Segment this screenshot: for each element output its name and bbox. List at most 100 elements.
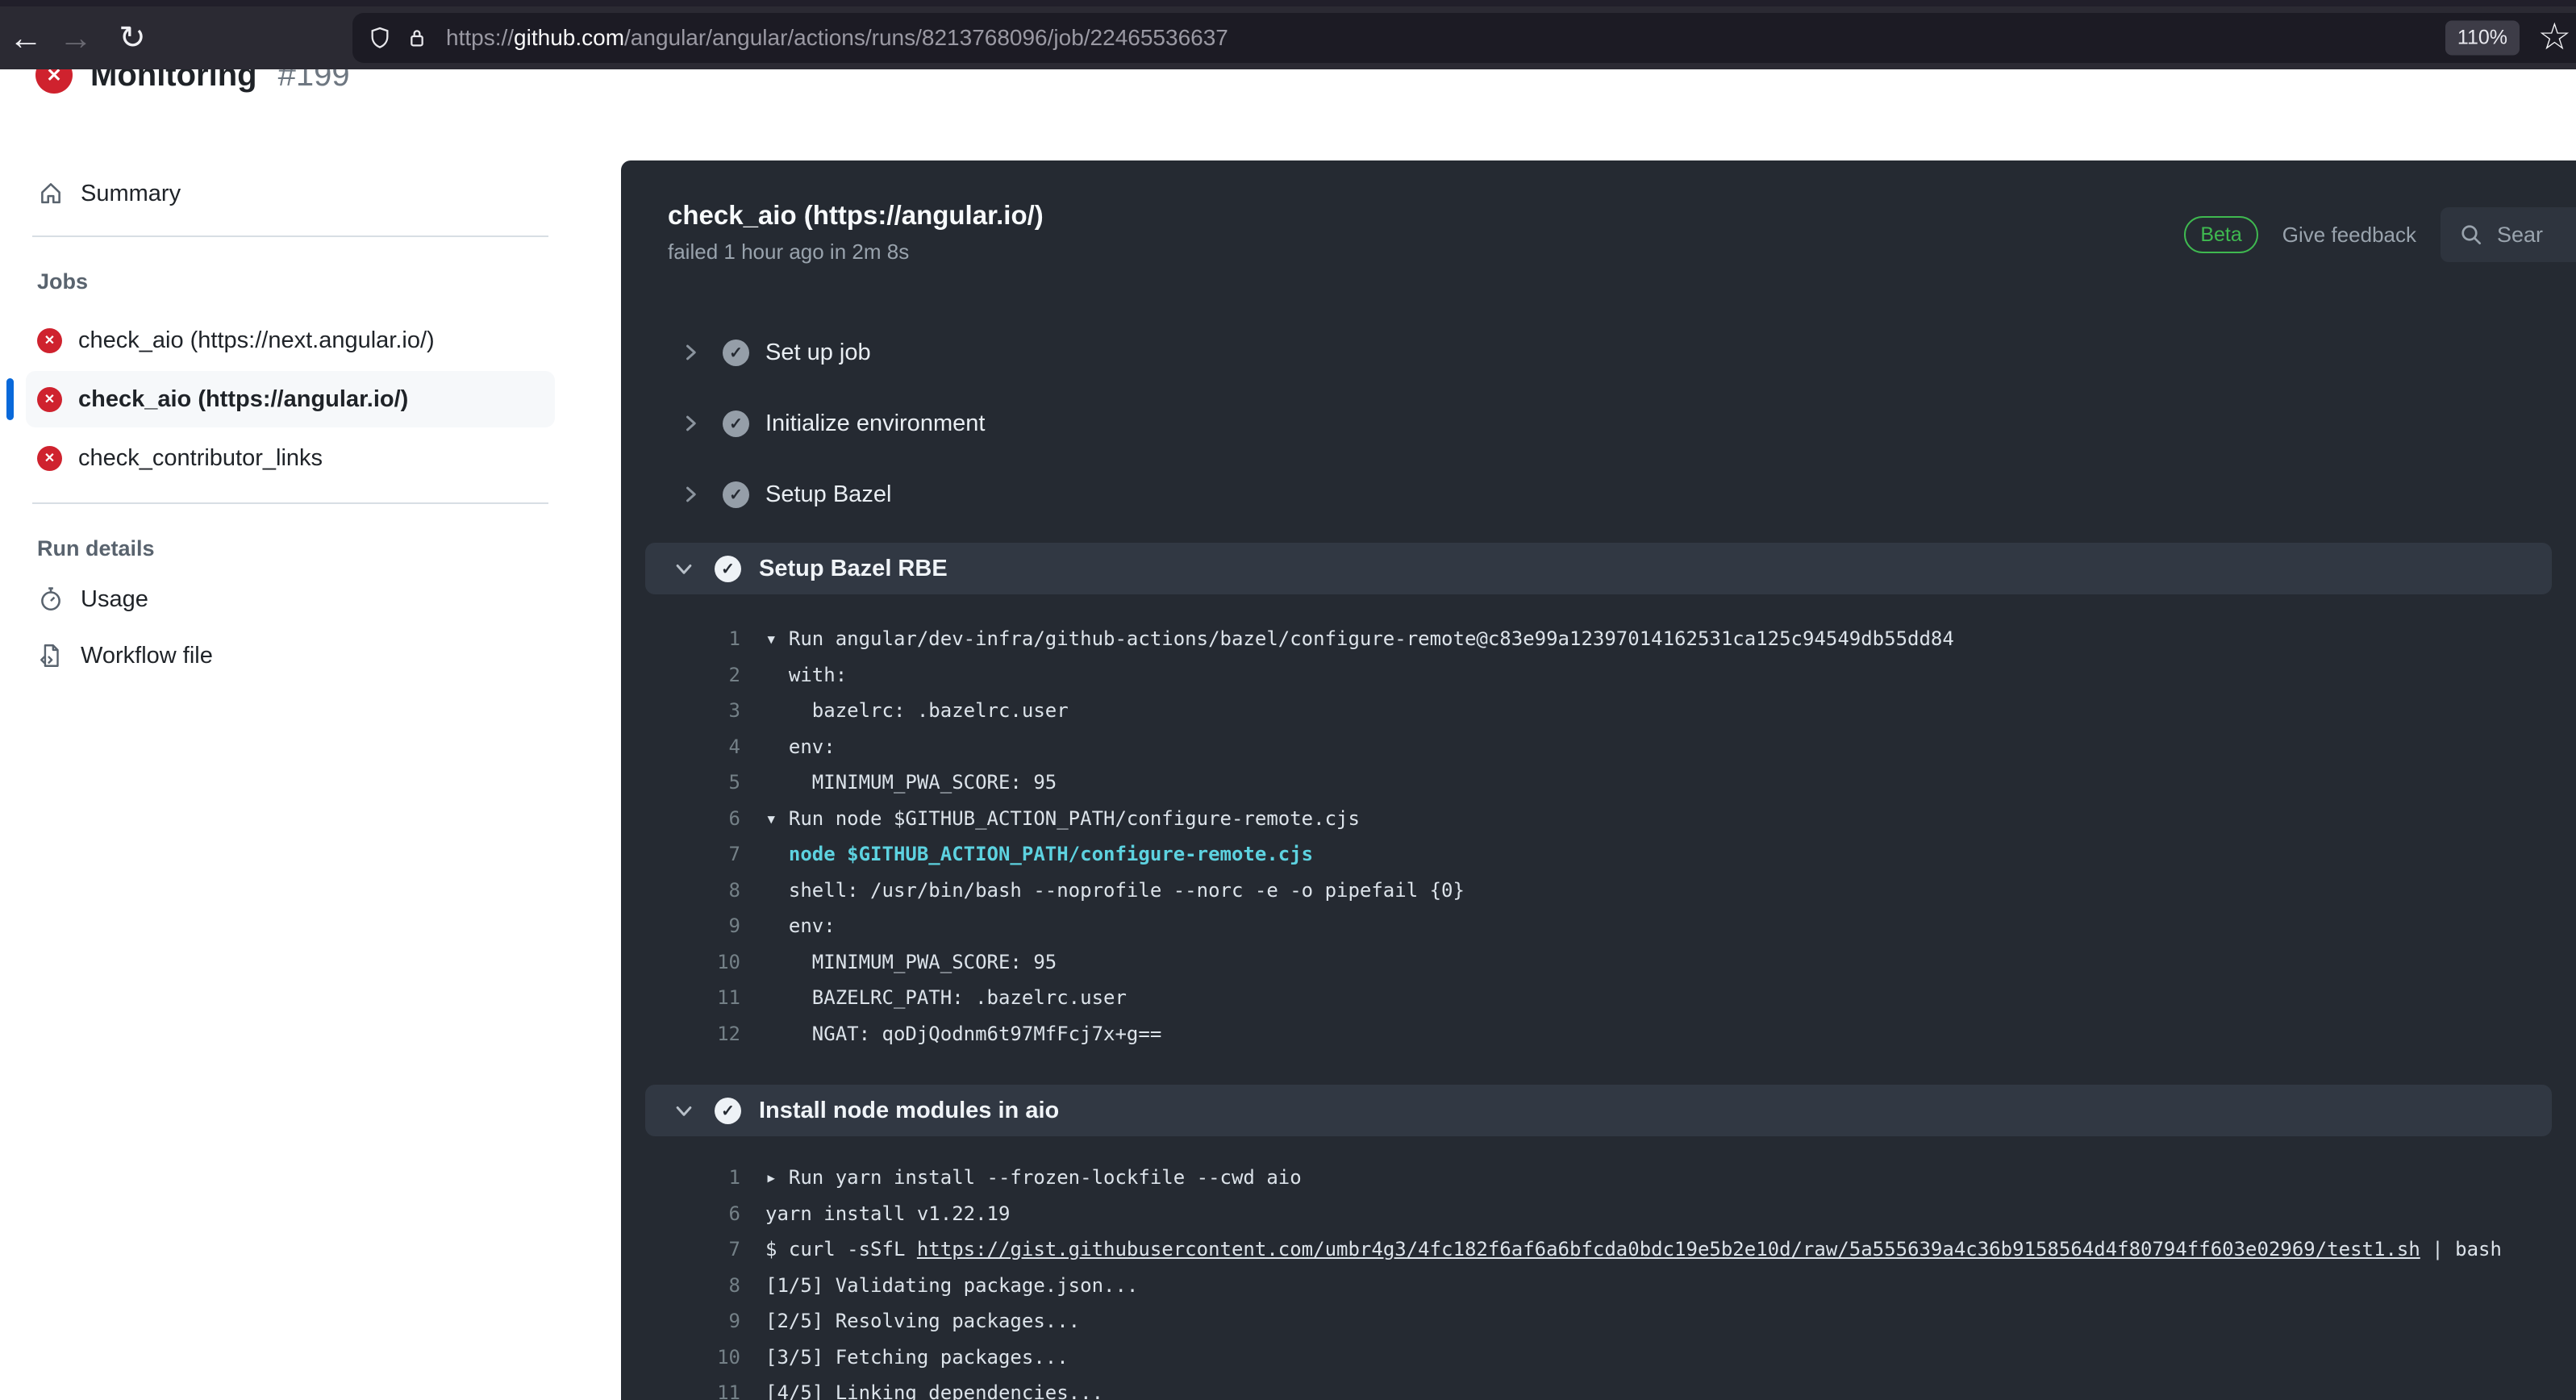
reload-icon[interactable]: ↻ — [110, 6, 155, 69]
sidebar-item-usage[interactable]: Usage — [26, 571, 555, 627]
url-scheme: https:// — [446, 25, 515, 50]
section-log-lines: 1 ▾ Run angular/dev-infra/github-actions… — [621, 621, 2576, 1052]
step-success-icon: ✓ — [715, 555, 741, 582]
sidebar-job-item[interactable]: ✕ check_contributor_links — [26, 430, 555, 486]
workflow-file-label: Workflow file — [81, 642, 213, 669]
forward-arrow-icon[interactable]: → — [53, 6, 98, 69]
line-text: [4/5] Linking dependencies... — [765, 1381, 1104, 1400]
chevron-right-icon[interactable] — [679, 483, 702, 506]
log-line: 3 bazelrc: .bazelrc.user — [621, 693, 2576, 729]
job-label: check_aio (https://angular.io/) — [78, 385, 409, 412]
line-number[interactable]: 11 — [621, 986, 740, 1009]
lock-icon[interactable] — [404, 25, 430, 51]
log-line: 6 yarn install v1.22.19 — [621, 1196, 2576, 1232]
log-step-row[interactable]: ✓ Initialize environment — [621, 388, 2576, 459]
job-label: check_contributor_links — [78, 444, 323, 471]
log-line: 1 ▾ Run angular/dev-infra/github-actions… — [621, 621, 2576, 657]
log-header-controls: Beta Give feedback Sear — [2184, 207, 2576, 262]
github-actions-job-page: { "browser": { "url": { "scheme": "https… — [0, 0, 2576, 1400]
line-number[interactable]: 3 — [621, 699, 740, 722]
usage-label: Usage — [81, 585, 148, 612]
log-line: 7 $ curl -sSfL https://gist.githubuserco… — [621, 1231, 2576, 1268]
x-icon: ✕ — [44, 452, 56, 465]
sidebar-job-item[interactable]: ✕ check_aio (https://angular.io/) — [6, 371, 555, 427]
jobs-section-header: Jobs — [37, 269, 89, 294]
line-text: env: — [765, 735, 836, 758]
log-line: 2 with: — [621, 657, 2576, 694]
log-line: 8 [1/5] Validating package.json... — [621, 1268, 2576, 1304]
line-number[interactable]: 1 — [621, 1166, 740, 1189]
log-line: 12 NGAT: qoDjQodnm6t97MfFcj7x+g== — [621, 1016, 2576, 1052]
search-placeholder: Sear — [2497, 222, 2544, 247]
chevron-right-icon[interactable] — [679, 341, 702, 364]
address-bar[interactable]: https://github.com/angular/angular/actio… — [352, 13, 2576, 63]
line-text: ▸ Run yarn install --frozen-lockfile --c… — [765, 1166, 1302, 1190]
line-text: bazelrc: .bazelrc.user — [765, 699, 1069, 723]
line-text: shell: /usr/bin/bash --noprofile --norc … — [765, 878, 1465, 902]
sidebar: Summary Jobs ✕ check_aio (https://next.a… — [6, 137, 555, 684]
section-title: Setup Bazel RBE — [759, 555, 948, 581]
beta-badge: Beta — [2184, 216, 2258, 253]
log-line: 11 [4/5] Linking dependencies... — [621, 1375, 2576, 1400]
line-text: NGAT: qoDjQodnm6t97MfFcj7x+g== — [765, 1022, 1162, 1045]
bookmark-star-icon[interactable]: ☆ — [2538, 18, 2571, 55]
log-line: 10 MINIMUM_PWA_SCORE: 95 — [621, 944, 2576, 981]
sidebar-item-summary[interactable]: Summary — [26, 168, 555, 219]
sidebar-job-item[interactable]: ✕ check_aio (https://next.angular.io/) — [26, 312, 555, 369]
line-number[interactable]: 8 — [621, 879, 740, 902]
log-step-row[interactable]: ✓ Setup Bazel — [621, 459, 2576, 530]
line-text: MINIMUM_PWA_SCORE: 95 — [765, 950, 1057, 973]
line-number[interactable]: 7 — [621, 843, 740, 865]
x-icon: ✕ — [44, 334, 56, 348]
line-number[interactable]: 6 — [621, 1202, 740, 1225]
log-line: 9 [2/5] Resolving packages... — [621, 1303, 2576, 1340]
line-number[interactable]: 10 — [621, 1346, 740, 1369]
url-domain: github.com — [514, 25, 625, 50]
step-label: Set up job — [765, 339, 871, 365]
url-path: /angular/angular/actions/runs/8213768096… — [624, 25, 1228, 50]
log-link[interactable]: https://gist.githubusercontent.com/umbr4… — [917, 1238, 2420, 1260]
line-text: MINIMUM_PWA_SCORE: 95 — [765, 771, 1057, 794]
chevron-right-icon[interactable] — [679, 412, 702, 435]
chevron-down-icon[interactable] — [673, 557, 695, 580]
sidebar-item-workflow-file[interactable]: Workflow file — [26, 627, 555, 684]
log-step-row[interactable]: ✓ Set up job — [621, 317, 2576, 388]
log-section-header[interactable]: ✓ Install node modules in aio — [645, 1085, 2552, 1136]
log-line: 9 env: — [621, 908, 2576, 944]
line-number[interactable]: 6 — [621, 807, 740, 830]
url-text[interactable]: https://github.com/angular/angular/actio… — [446, 25, 1228, 51]
window-top-strip — [0, 0, 2576, 6]
step-success-icon: ✓ — [715, 1097, 741, 1124]
shield-icon[interactable] — [367, 25, 393, 51]
stopwatch-icon — [41, 587, 60, 611]
line-number[interactable]: 11 — [621, 1381, 740, 1400]
line-number[interactable]: 5 — [621, 771, 740, 794]
log-line: 6 ▾ Run node $GITHUB_ACTION_PATH/configu… — [621, 801, 2576, 837]
back-arrow-icon[interactable]: ← — [3, 6, 48, 69]
log-line: 4 env: — [621, 729, 2576, 765]
section-log-lines: 1 ▸ Run yarn install --frozen-lockfile -… — [621, 1160, 2576, 1400]
line-number[interactable]: 10 — [621, 951, 740, 973]
line-number[interactable]: 4 — [621, 735, 740, 758]
line-number[interactable]: 12 — [621, 1023, 740, 1045]
step-label: Setup Bazel — [765, 481, 892, 507]
home-icon — [41, 183, 60, 204]
log-header: check_aio (https://angular.io/) failed 1… — [621, 160, 2576, 265]
x-icon: ✕ — [44, 393, 56, 406]
line-number[interactable]: 2 — [621, 664, 740, 686]
give-feedback-link[interactable]: Give feedback — [2282, 223, 2416, 248]
log-sections: ✓ Setup Bazel RBE 1 ▾ Run angular/dev-in… — [621, 543, 2576, 1400]
chevron-down-icon[interactable] — [673, 1099, 695, 1122]
log-section-header[interactable]: ✓ Setup Bazel RBE — [645, 543, 2552, 594]
line-number[interactable]: 8 — [621, 1274, 740, 1297]
line-number[interactable]: 1 — [621, 627, 740, 650]
line-text: ▾ Run node $GITHUB_ACTION_PATH/configure… — [765, 806, 1360, 830]
job-failed-icon: ✕ — [37, 386, 62, 412]
line-number[interactable]: 7 — [621, 1238, 740, 1260]
zoom-level-badge[interactable]: 110% — [2445, 20, 2520, 56]
line-number[interactable]: 9 — [621, 915, 740, 937]
log-line: 11 BAZELRC_PATH: .bazelrc.user — [621, 980, 2576, 1016]
log-search-input[interactable]: Sear — [2441, 207, 2576, 262]
log-section: ✓ Setup Bazel RBE 1 ▾ Run angular/dev-in… — [621, 543, 2576, 1052]
line-number[interactable]: 9 — [621, 1310, 740, 1332]
